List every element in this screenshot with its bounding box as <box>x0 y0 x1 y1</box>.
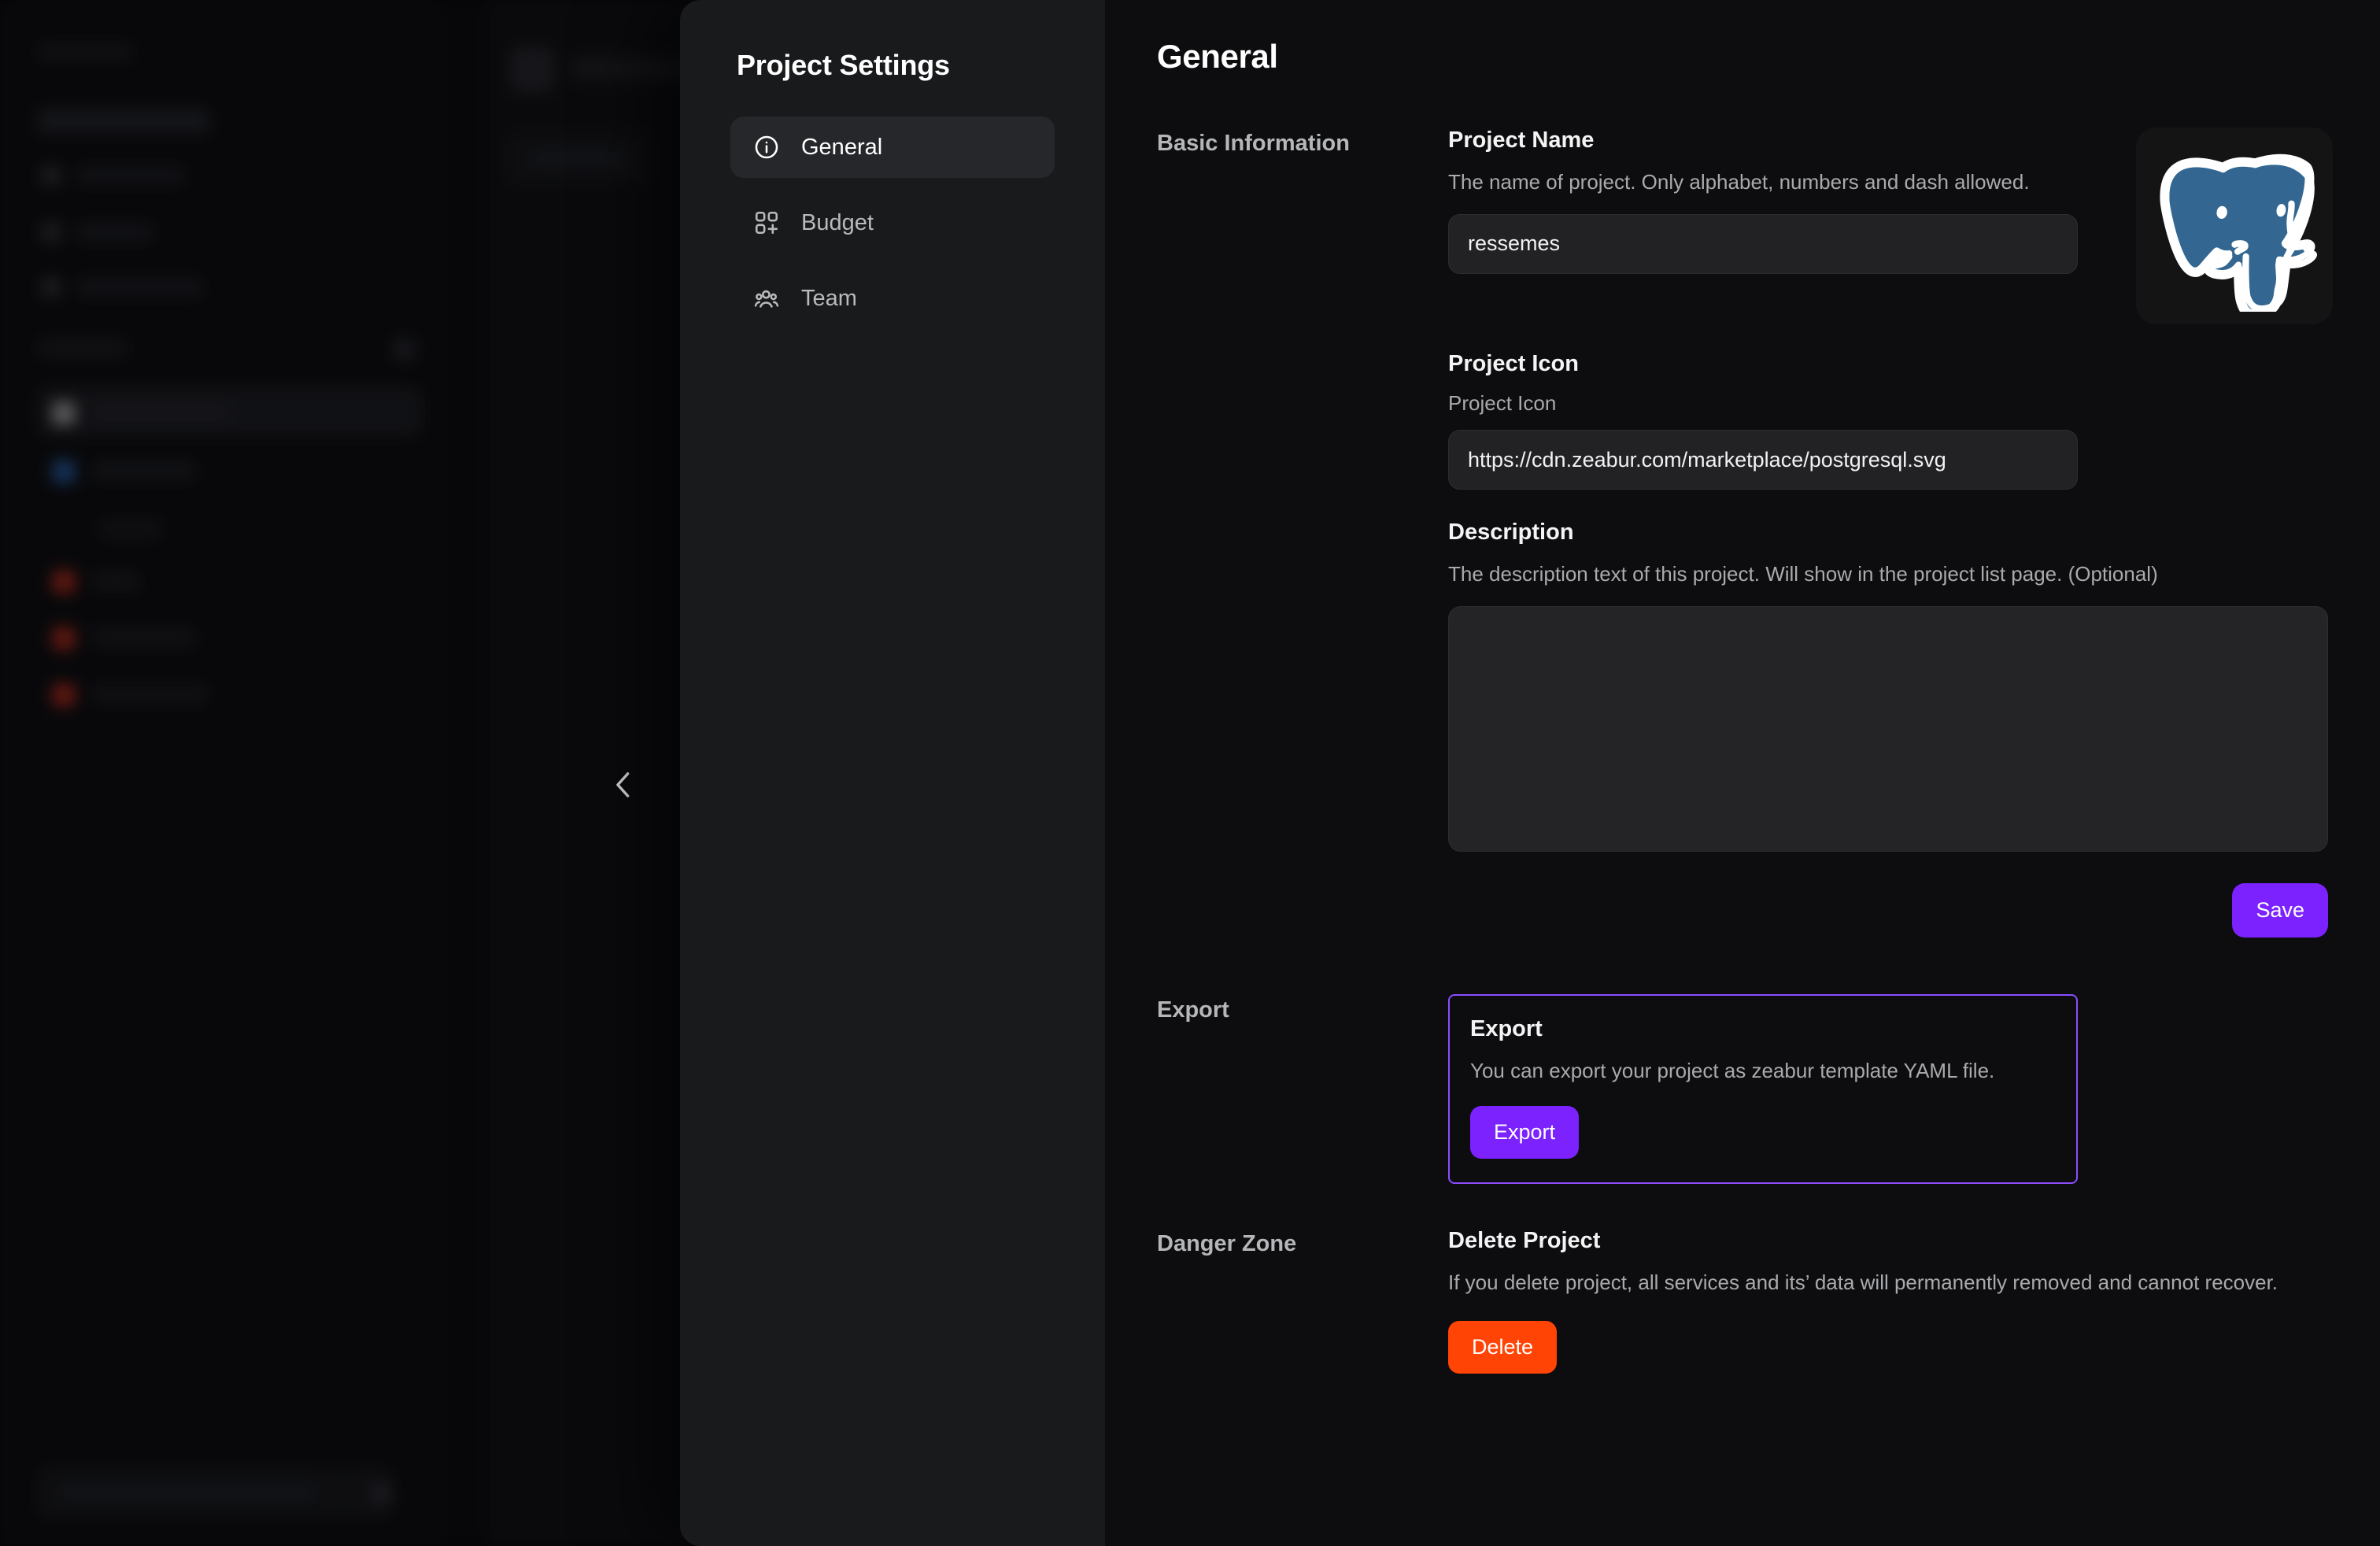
section-body-danger-zone: Delete Project If you delete project, al… <box>1448 1228 2333 1374</box>
postgresql-elephant-icon <box>2149 140 2320 312</box>
project-name-input[interactable] <box>1448 213 2078 274</box>
chevron-left-icon <box>610 767 637 803</box>
users-group-icon <box>752 284 781 313</box>
delete-project-title: Delete Project <box>1448 1227 1601 1253</box>
export-button[interactable]: Export <box>1470 1105 1580 1159</box>
section-body-export: Export You can export your project as ze… <box>1448 993 2333 1184</box>
project-settings-modal: Project Settings General Budget Team Gen… <box>680 0 2380 1546</box>
sidebar-item-general[interactable]: General <box>730 117 1055 178</box>
section-label-export: Export <box>1157 997 1229 1023</box>
section-body-basic-information: Project Name The name of project. Only a… <box>1448 128 2333 938</box>
settings-main-column: General Basic Information Project Name T… <box>1105 0 2380 1546</box>
section-label-danger-zone: Danger Zone <box>1157 1230 1297 1256</box>
delete-project-description: If you delete project, all services and … <box>1448 1270 2278 1294</box>
sidebar-item-label: General <box>801 134 883 160</box>
save-button[interactable]: Save <box>2232 882 2328 938</box>
section-basic-information: Basic Information Project Name The name … <box>1157 128 2333 938</box>
section-export: Export Export You can export your projec… <box>1157 993 2333 1184</box>
delete-button[interactable]: Delete <box>1448 1320 1558 1374</box>
sidebar-item-label: Team <box>801 285 857 311</box>
export-title: Export <box>1470 1015 1543 1041</box>
project-icon-url-input[interactable] <box>1448 430 2078 490</box>
screen-root: Project Settings General Budget Team Gen… <box>0 0 2380 1546</box>
project-icon-sublabel: Project Icon <box>1448 391 1557 415</box>
export-description: You can export your project as zeabur te… <box>1470 1058 1995 1082</box>
section-danger-zone: Danger Zone Delete Project If you delete… <box>1157 1228 2333 1374</box>
project-name-row: Project Name The name of project. Only a… <box>1448 128 2333 324</box>
project-icon-preview <box>2136 128 2333 324</box>
project-name-description: The name of project. Only alphabet, numb… <box>1448 170 2030 194</box>
save-row: Save <box>1448 882 2328 938</box>
collapse-panel-button[interactable] <box>600 757 647 812</box>
sidebar-item-label: Budget <box>801 209 874 235</box>
description-help-text: The description text of this project. Wi… <box>1448 562 2158 586</box>
description-textarea[interactable] <box>1448 605 2328 852</box>
settings-panel-title: Project Settings <box>737 49 950 81</box>
info-circle-icon <box>752 133 781 161</box>
settings-nav-column: Project Settings General Budget Team <box>680 0 1105 1546</box>
project-icon-title: Project Icon <box>1448 351 1579 376</box>
sidebar-item-team[interactable]: Team <box>730 268 1055 329</box>
layout-grid-plus-icon <box>752 209 781 237</box>
project-name-title: Project Name <box>1448 128 1595 153</box>
section-label-basic-information: Basic Information <box>1157 131 1350 156</box>
export-card: Export You can export your project as ze… <box>1448 993 2078 1184</box>
description-title: Description <box>1448 520 1574 545</box>
page-title: General <box>1157 38 1278 75</box>
sidebar-item-budget[interactable]: Budget <box>730 192 1055 253</box>
